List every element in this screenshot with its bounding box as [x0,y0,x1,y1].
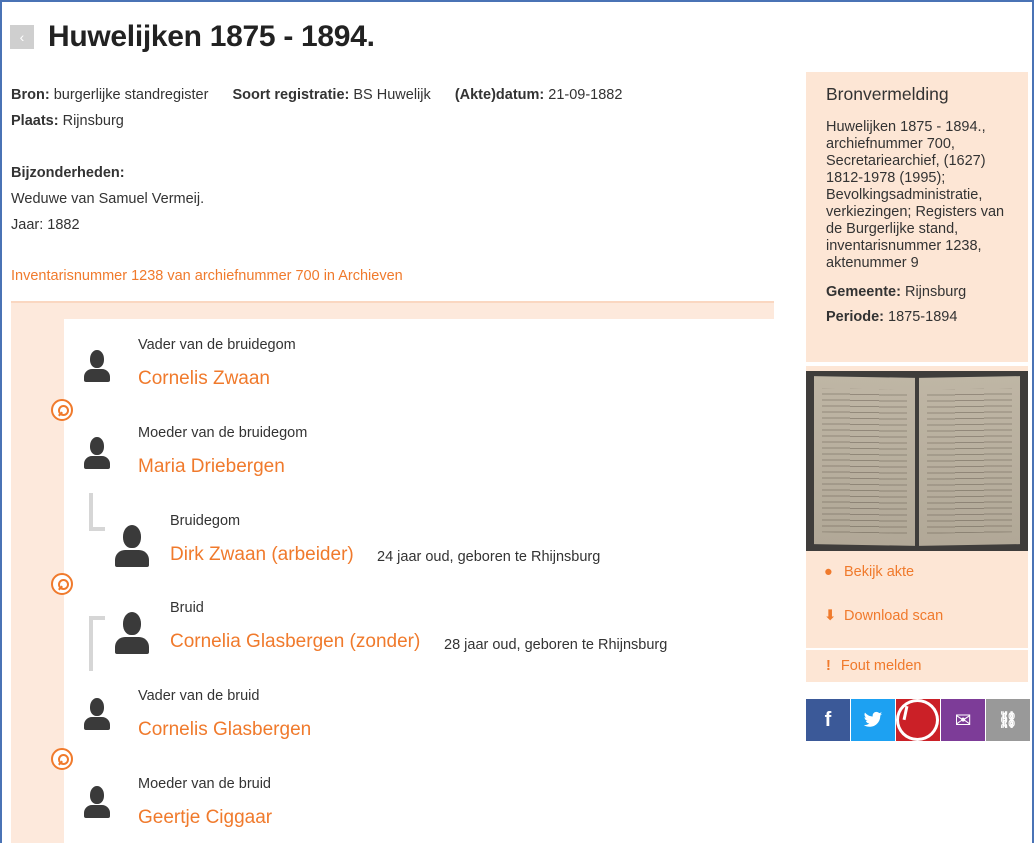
back-button[interactable]: ‹ [10,25,34,49]
person-role: Moeder van de bruidegom [138,425,308,441]
download-scan-link[interactable]: ⬇ Download scan [824,608,943,624]
report-error-button[interactable]: ! Fout melden [806,650,1028,682]
persons-list [64,319,774,843]
person-role: Moeder van de bruid [138,776,271,792]
plaats-value: Rijnsburg [62,113,124,129]
person-name-link[interactable]: Cornelis Zwaan [138,368,270,390]
persons-panel: Vader van de bruidegom Cornelis Zwaan Mo… [11,301,774,843]
bron-value: burgerlijke standregister [53,87,209,103]
facebook-icon: f [824,708,832,731]
couple-bracket [89,493,105,531]
twitter-share-button[interactable] [851,699,895,741]
page-title: Huwelijken 1875 - 1894. [48,20,375,53]
bron-label: Bron: [11,87,50,103]
bronvermelding-panel: Bronvermelding Huwelijken 1875 - 1894., … [806,72,1028,362]
mail-icon: ✉ [954,709,972,732]
person-info: 28 jaar oud, geboren te Rhijnsburg [444,637,668,653]
person-name-link[interactable]: Geertje Ciggaar [138,807,272,829]
search-icon[interactable] [51,399,73,421]
person-name-link[interactable]: Maria Driebergen [138,456,285,478]
person-name-link[interactable]: Cornelia Glasbergen (zonder) [170,631,420,653]
link-icon: ⛓ [997,712,1019,729]
person-avatar-icon [84,698,110,732]
periode-label: Periode: [826,309,885,325]
person-avatar-icon [84,350,110,384]
facebook-share-button[interactable]: f [806,699,850,741]
person-name-link[interactable]: Dirk Zwaan (arbeider) [170,544,354,566]
record-meta: Bron: burgerlijke standregister Soort re… [11,82,622,134]
person-avatar-icon [115,612,149,656]
twitter-icon [863,711,883,727]
share-bar: f ✉ ⛓ [806,699,1031,741]
copy-link-button[interactable]: ⛓ [986,699,1030,741]
couple-bracket [89,616,105,671]
bronvermelding-text: Huwelijken 1875 - 1894., archiefnummer 7… [826,119,1005,271]
search-icon[interactable] [51,573,73,595]
bijzonderheden-line: Weduwe van Samuel Vermeij. [11,191,205,207]
email-share-button[interactable]: ✉ [941,699,985,741]
gemeente-value: Rijnsburg [904,284,967,300]
inventory-link[interactable]: Inventarisnummer 1238 van archiefnummer … [11,268,403,284]
chevron-left-icon: ‹ [19,29,25,45]
person-role: Vader van de bruidegom [138,337,296,353]
scan-thumbnail[interactable] [806,371,1028,551]
jaar-line: Jaar: 1882 [11,217,80,233]
periode-value: 1875-1894 [888,309,958,325]
search-icon[interactable] [51,748,73,770]
exclamation-icon: ! [826,658,831,674]
person-role: Bruidegom [170,513,241,529]
scan-panel: ● Bekijk akte ⬇ Download scan [806,366,1028,648]
pinterest-share-button[interactable] [896,699,940,741]
person-avatar-icon [115,525,149,569]
person-name-link[interactable]: Cornelis Glasbergen [138,719,311,741]
datum-label: (Akte)datum: [454,87,545,103]
soort-value: BS Huwelijk [353,87,431,103]
gemeente-label: Gemeente: [826,284,901,300]
eye-icon: ● [824,564,833,580]
person-role: Bruid [170,600,204,616]
report-error-label: Fout melden [840,658,922,674]
person-info: 24 jaar oud, geboren te Rhijnsburg [377,549,601,565]
bijzonderheden-label: Bijzonderheden: [11,165,125,181]
person-avatar-icon [84,786,110,820]
view-deed-link[interactable]: ● Bekijk akte [824,564,914,580]
soort-label: Soort registratie: [232,87,350,103]
title-row: ‹ Huwelijken 1875 - 1894. [10,20,375,54]
pinterest-icon [896,699,939,741]
datum-value: 21-09-1882 [548,87,623,103]
download-icon: ⬇ [824,608,837,624]
bijzonderheden: Bijzonderheden: Weduwe van Samuel Vermei… [11,160,204,238]
person-avatar-icon [84,437,110,471]
plaats-label: Plaats: [11,113,59,129]
bronvermelding-title: Bronvermelding [826,84,949,104]
person-role: Vader van de bruid [138,688,260,704]
